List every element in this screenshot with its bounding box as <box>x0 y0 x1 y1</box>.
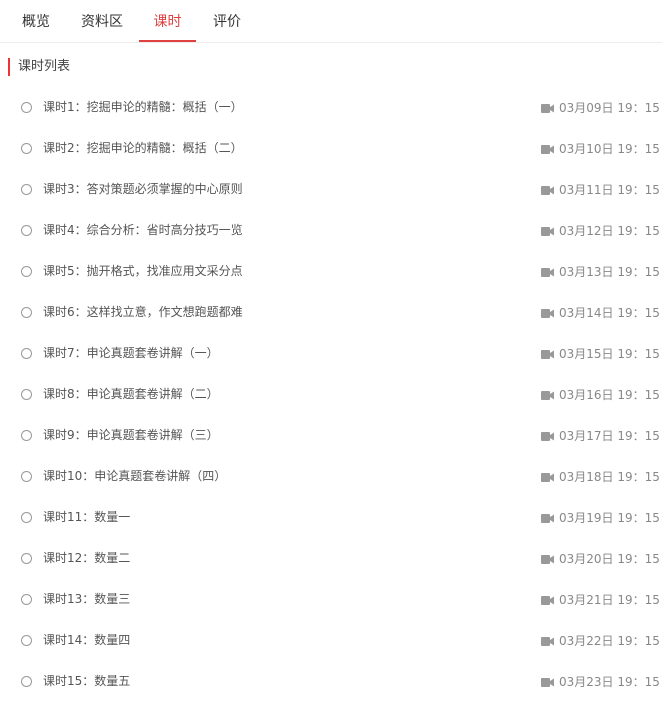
radio-circle-icon <box>21 102 32 113</box>
lesson-time: 03月19日 19：15 <box>559 511 660 525</box>
lesson-time: 03月20日 19：15 <box>559 552 660 566</box>
lesson-title[interactable]: 课时5：抛开格式，找准应用文采分点 <box>43 262 243 280</box>
radio-circle-icon <box>21 594 32 605</box>
video-camera-icon <box>541 391 554 400</box>
video-camera-icon <box>541 432 554 441</box>
radio-circle-icon <box>21 389 32 400</box>
video-camera-icon <box>541 350 554 359</box>
lesson-title[interactable]: 课时7：申论真题套卷讲解（一） <box>43 344 219 362</box>
radio-circle-icon <box>21 184 32 195</box>
lesson-time: 03月18日 19：15 <box>559 470 660 484</box>
lesson-item[interactable]: 课时7：申论真题套卷讲解（一） 03月15日 19：15 <box>0 346 662 389</box>
lesson-time: 03月15日 19：15 <box>559 347 660 361</box>
tab-materials[interactable]: 资料区 <box>72 0 132 41</box>
lesson-item[interactable]: 课时10：申论真题套卷讲解（四） 03月18日 19：15 <box>0 469 662 512</box>
radio-circle-icon <box>21 471 32 482</box>
lesson-title[interactable]: 课时13：数量三 <box>43 590 130 608</box>
section-title: 课时列表 <box>8 58 70 76</box>
lesson-title[interactable]: 课时1：挖掘申论的精髓：概括（一） <box>43 98 243 116</box>
lesson-item[interactable]: 课时11：数量一 03月19日 19：15 <box>0 510 662 553</box>
radio-circle-icon <box>21 635 32 646</box>
tab-reviews[interactable]: 评价 <box>203 0 251 41</box>
video-camera-icon <box>541 637 554 646</box>
lesson-item[interactable]: 课时6：这样找立意，作文想跑题都难 03月14日 19：15 <box>0 305 662 348</box>
lesson-title[interactable]: 课时2：挖掘申论的精髓：概括（二） <box>43 139 243 157</box>
radio-circle-icon <box>21 266 32 277</box>
video-camera-icon <box>541 186 554 195</box>
lesson-time: 03月09日 19：15 <box>559 101 660 115</box>
video-camera-icon <box>541 596 554 605</box>
lesson-title[interactable]: 课时10：申论真题套卷讲解（四） <box>43 467 226 485</box>
video-camera-icon <box>541 555 554 564</box>
lesson-item[interactable]: 课时13：数量三 03月21日 19：15 <box>0 592 662 635</box>
lesson-item[interactable]: 课时1：挖掘申论的精髓：概括（一） 03月09日 19：15 <box>0 100 662 143</box>
radio-circle-icon <box>21 512 32 523</box>
lesson-title[interactable]: 课时15：数量五 <box>43 672 130 690</box>
radio-circle-icon <box>21 225 32 236</box>
lesson-title[interactable]: 课时6：这样找立意，作文想跑题都难 <box>43 303 243 321</box>
lesson-time: 03月11日 19：15 <box>559 183 660 197</box>
lesson-time: 03月17日 19：15 <box>559 429 660 443</box>
lesson-item[interactable]: 课时12：数量二 03月20日 19：15 <box>0 551 662 594</box>
lesson-time: 03月23日 19：15 <box>559 675 660 689</box>
lesson-item[interactable]: 课时15：数量五 03月23日 19：15 <box>0 674 662 717</box>
lesson-time: 03月22日 19：15 <box>559 634 660 648</box>
lesson-title[interactable]: 课时3：答对策题必须掌握的中心原则 <box>43 180 243 198</box>
radio-circle-icon <box>21 676 32 687</box>
radio-circle-icon <box>21 430 32 441</box>
lesson-item[interactable]: 课时14：数量四 03月22日 19：15 <box>0 633 662 676</box>
lesson-item[interactable]: 课时9：申论真题套卷讲解（三） 03月17日 19：15 <box>0 428 662 471</box>
lesson-title[interactable]: 课时12：数量二 <box>43 549 130 567</box>
radio-circle-icon <box>21 348 32 359</box>
video-camera-icon <box>541 514 554 523</box>
lesson-item[interactable]: 课时2：挖掘申论的精髓：概括（二） 03月10日 19：15 <box>0 141 662 184</box>
lesson-title[interactable]: 课时4：综合分析：省时高分技巧一览 <box>43 221 243 239</box>
lesson-time: 03月13日 19：15 <box>559 265 660 279</box>
video-camera-icon <box>541 227 554 236</box>
lesson-time: 03月14日 19：15 <box>559 306 660 320</box>
video-camera-icon <box>541 678 554 687</box>
video-camera-icon <box>541 145 554 154</box>
lesson-item[interactable]: 课时3：答对策题必须掌握的中心原则 03月11日 19：15 <box>0 182 662 225</box>
lesson-item[interactable]: 课时5：抛开格式，找准应用文采分点 03月13日 19：15 <box>0 264 662 307</box>
radio-circle-icon <box>21 143 32 154</box>
course-tabs: 概览 资料区 课时 评价 <box>0 0 662 43</box>
video-camera-icon <box>541 104 554 113</box>
lesson-time: 03月12日 19：15 <box>559 224 660 238</box>
lesson-title[interactable]: 课时9：申论真题套卷讲解（三） <box>43 426 219 444</box>
video-camera-icon <box>541 268 554 277</box>
lesson-title[interactable]: 课时8：申论真题套卷讲解（二） <box>43 385 219 403</box>
lesson-time: 03月16日 19：15 <box>559 388 660 402</box>
tab-lessons[interactable]: 课时 <box>139 0 196 42</box>
lesson-item[interactable]: 课时8：申论真题套卷讲解（二） 03月16日 19：15 <box>0 387 662 430</box>
lesson-title[interactable]: 课时14：数量四 <box>43 631 130 649</box>
radio-circle-icon <box>21 553 32 564</box>
video-camera-icon <box>541 309 554 318</box>
video-camera-icon <box>541 473 554 482</box>
lesson-item[interactable]: 课时4：综合分析：省时高分技巧一览 03月12日 19：15 <box>0 223 662 266</box>
lesson-title[interactable]: 课时11：数量一 <box>43 508 130 526</box>
radio-circle-icon <box>21 307 32 318</box>
lesson-time: 03月10日 19：15 <box>559 142 660 156</box>
lesson-time: 03月21日 19：15 <box>559 593 660 607</box>
tab-overview[interactable]: 概览 <box>10 0 62 41</box>
